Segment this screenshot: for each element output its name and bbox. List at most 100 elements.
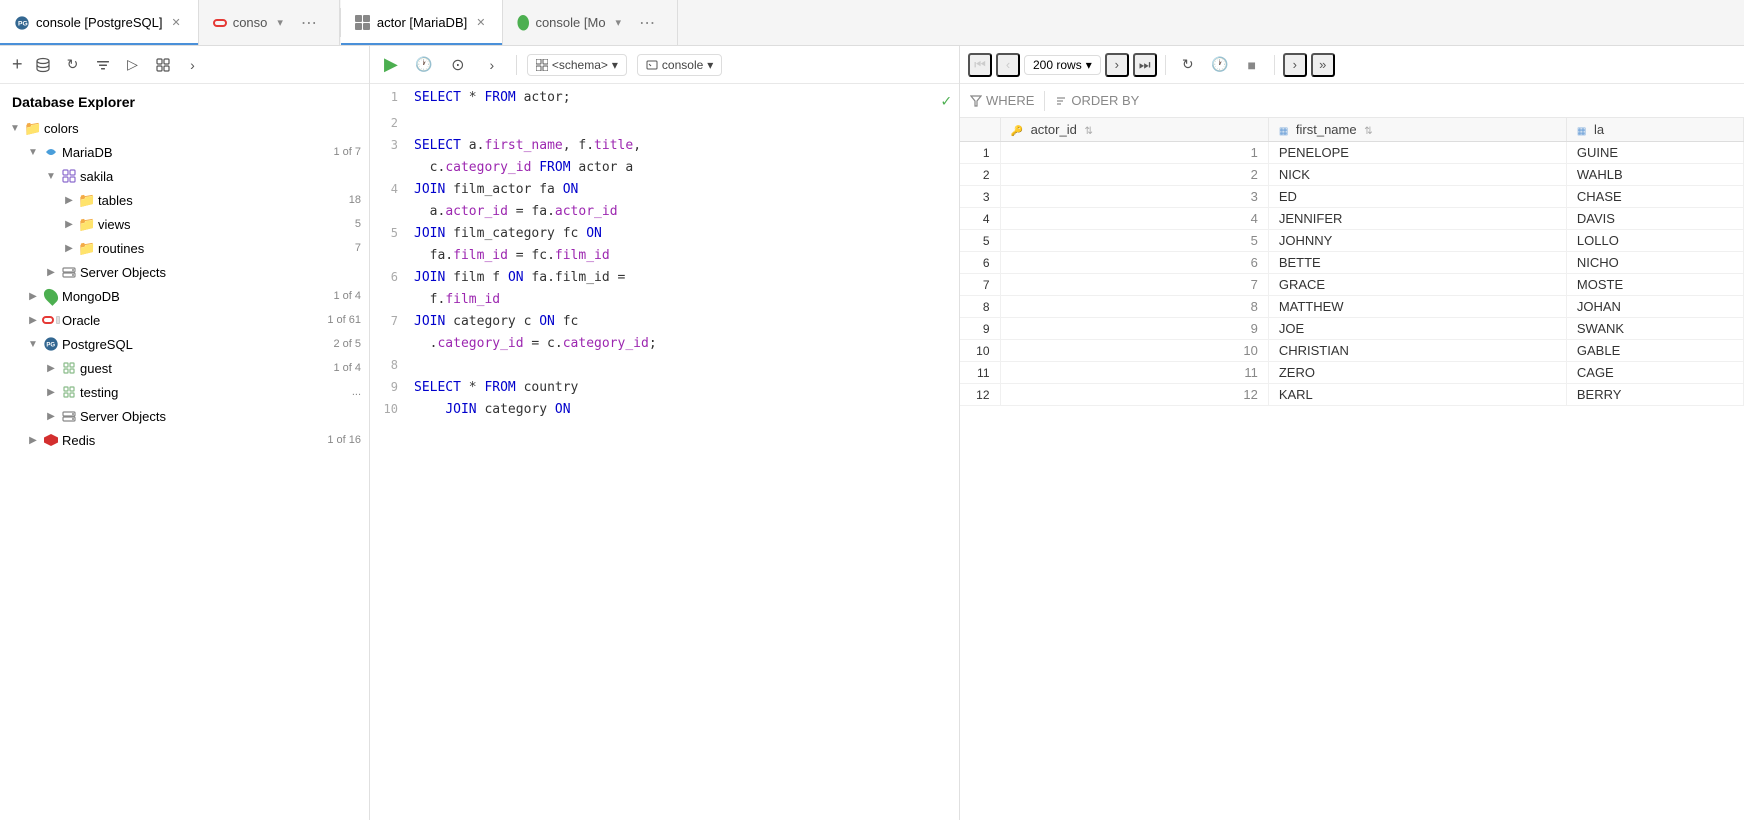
cell-first-name: GRACE <box>1268 274 1566 296</box>
tab-oracle-more[interactable]: ⋯ <box>293 13 325 33</box>
tab-mongo-dropdown[interactable]: ▾ <box>612 16 626 29</box>
schema-icon-sakila <box>60 169 78 183</box>
row-num: 1 <box>960 142 1000 164</box>
schema-icon-guest <box>60 361 78 375</box>
col-header-actor-id[interactable]: 🔑 actor_id ⇅ <box>1000 118 1268 142</box>
table-icon <box>156 58 170 72</box>
tab-mongo-console[interactable]: console [Mo ▾ ⋯ <box>503 0 678 45</box>
sidebar-toolbar: + ↻ ▷ <box>0 46 369 84</box>
table-row[interactable]: 2 2 NICK WAHLB <box>960 164 1744 186</box>
table-row[interactable]: 1 1 PENELOPE GUINE <box>960 142 1744 164</box>
table-row[interactable]: 11 11 ZERO CAGE <box>960 362 1744 384</box>
tab-mongo-more[interactable]: ⋯ <box>631 13 663 33</box>
where-label: WHERE <box>986 93 1034 108</box>
sidebar-item-mariadb[interactable]: ▼ MariaDB 1 of 7 <box>0 140 369 164</box>
tab-oracle-dropdown[interactable]: ▾ <box>273 16 287 29</box>
history-btn[interactable]: 🕐 <box>410 51 438 79</box>
row-num: 5 <box>960 230 1000 252</box>
results-nav-right1[interactable]: › <box>1283 53 1307 77</box>
editor-panel: ▶ 🕐 ⊙ › <schema> ▾ <box>370 46 960 820</box>
table-row[interactable]: 3 3 ED CHASE <box>960 186 1744 208</box>
table-row[interactable]: 12 12 KARL BERRY <box>960 384 1744 406</box>
sidebar-item-server-objects-maria[interactable]: ▶ Server Objects <box>0 260 369 284</box>
table-row[interactable]: 8 8 MATTHEW JOHAN <box>960 296 1744 318</box>
sort-actor-id[interactable]: ⇅ <box>1084 126 1092 137</box>
main-content: + ↻ ▷ <box>0 46 1744 820</box>
more-btn[interactable]: › <box>179 51 207 79</box>
svg-text:PG: PG <box>18 20 28 27</box>
sidebar-item-redis[interactable]: ▶ Redis 1 of 16 <box>0 428 369 452</box>
sidebar-item-oracle[interactable]: ▶ Oracle 1 of 61 <box>0 308 369 332</box>
data-table[interactable]: 🔑 actor_id ⇅ ▦ first_name ⇅ ▦ la <box>960 118 1744 820</box>
grid-btn[interactable] <box>149 51 177 79</box>
key-icon-actor-id: 🔑 <box>1011 126 1023 137</box>
sidebar-item-tables[interactable]: ▶ 📁 tables 18 <box>0 188 369 212</box>
sidebar-item-testing[interactable]: ▶ testing ... <box>0 380 369 404</box>
svg-text:PG: PG <box>46 343 55 349</box>
rows-dropdown[interactable]: 200 rows ▾ <box>1024 55 1101 75</box>
cell-actor-id: 9 <box>1000 318 1268 340</box>
col-icon-last-name: ▦ <box>1577 126 1586 137</box>
sidebar-item-server-objects-pg[interactable]: ▶ Server Objects <box>0 404 369 428</box>
sidebar-item-postgresql[interactable]: ▼ PG PostgreSQL 2 of 5 <box>0 332 369 356</box>
code-line-6b: f.film_id <box>370 290 959 312</box>
results-nav-right2[interactable]: » <box>1311 53 1335 77</box>
label-colors: colors <box>44 121 361 136</box>
schema-dropdown-icon <box>536 59 548 71</box>
code-line-2: 2 <box>370 114 959 136</box>
sidebar-item-colors[interactable]: ▼ 📁 colors <box>0 116 369 140</box>
table-row[interactable]: 7 7 GRACE MOSTE <box>960 274 1744 296</box>
refresh-results-btn[interactable]: ↻ <box>1174 51 1202 79</box>
add-button[interactable]: + <box>8 54 27 75</box>
next-page-btn[interactable]: › <box>1105 53 1129 77</box>
order-by-filter[interactable]: ORDER BY <box>1045 90 1149 111</box>
tab-oracle-console[interactable]: conso ▾ ⋯ <box>199 0 340 45</box>
refresh-btn[interactable]: ↻ <box>59 51 87 79</box>
cell-last-name: SWANK <box>1566 318 1743 340</box>
pin-btn[interactable]: ⊙ <box>444 51 472 79</box>
last-page-btn[interactable]: ⏭ <box>1133 53 1157 77</box>
col-header-row-num <box>960 118 1000 142</box>
oracle-icon <box>213 19 227 27</box>
play-btn[interactable]: ▷ <box>119 51 147 79</box>
tab-mariadb-close[interactable]: ✕ <box>473 15 488 30</box>
forward-btn[interactable]: › <box>478 51 506 79</box>
stop-btn[interactable]: ■ <box>1238 51 1266 79</box>
console-dropdown[interactable]: console ▾ <box>637 54 722 76</box>
table-row[interactable]: 4 4 JENNIFER DAVIS <box>960 208 1744 230</box>
table-row[interactable]: 5 5 JOHNNY LOLLO <box>960 230 1744 252</box>
sidebar-item-sakila[interactable]: ▼ sakila <box>0 164 369 188</box>
filter-btn[interactable] <box>89 51 117 79</box>
where-filter[interactable]: WHERE <box>960 90 1044 111</box>
row-num: 6 <box>960 252 1000 274</box>
cell-last-name: DAVIS <box>1566 208 1743 230</box>
tab-pg-console[interactable]: PG console [PostgreSQL] ✕ <box>0 0 199 45</box>
badge-mongodb: 1 of 4 <box>333 290 361 302</box>
clock-btn[interactable]: 🕐 <box>1206 51 1234 79</box>
tab-pg-console-close[interactable]: ✕ <box>168 15 183 30</box>
table-row[interactable]: 10 10 CHRISTIAN GABLE <box>960 340 1744 362</box>
db-icon-btn[interactable] <box>29 51 57 79</box>
col-icon-first-name: ▦ <box>1279 126 1288 137</box>
table-row[interactable]: 6 6 BETTE NICHO <box>960 252 1744 274</box>
sidebar-item-mongodb[interactable]: ▶ MongoDB 1 of 4 <box>0 284 369 308</box>
mongo-icon <box>517 15 529 31</box>
table-row[interactable]: 9 9 JOE SWANK <box>960 318 1744 340</box>
sidebar-item-routines[interactable]: ▶ 📁 routines 7 <box>0 236 369 260</box>
filter-bar: WHERE ORDER BY <box>960 84 1744 118</box>
sidebar-item-views[interactable]: ▶ 📁 views 5 <box>0 212 369 236</box>
tab-mariadb-actor[interactable]: actor [MariaDB] ✕ <box>341 0 504 45</box>
row-num: 4 <box>960 208 1000 230</box>
run-button[interactable]: ▶ <box>378 52 404 77</box>
schema-dropdown[interactable]: <schema> ▾ <box>527 54 627 76</box>
results-panel: ⏮ ‹ 200 rows ▾ › ⏭ ↻ 🕐 ■ › » WHERE <box>960 46 1744 820</box>
col-header-first-name[interactable]: ▦ first_name ⇅ <box>1268 118 1566 142</box>
sidebar-item-guest[interactable]: ▶ guest 1 of 4 <box>0 356 369 380</box>
editor-content[interactable]: 1 SELECT * FROM actor; ✓ 2 3 SELECT a.fi… <box>370 84 959 820</box>
arrow-oracle: ▶ <box>26 315 40 326</box>
first-page-btn[interactable]: ⏮ <box>968 53 992 77</box>
col-label-first-name: first_name <box>1296 122 1357 137</box>
prev-page-btn[interactable]: ‹ <box>996 53 1020 77</box>
sort-first-name[interactable]: ⇅ <box>1364 126 1372 137</box>
col-header-last-name[interactable]: ▦ la <box>1566 118 1743 142</box>
